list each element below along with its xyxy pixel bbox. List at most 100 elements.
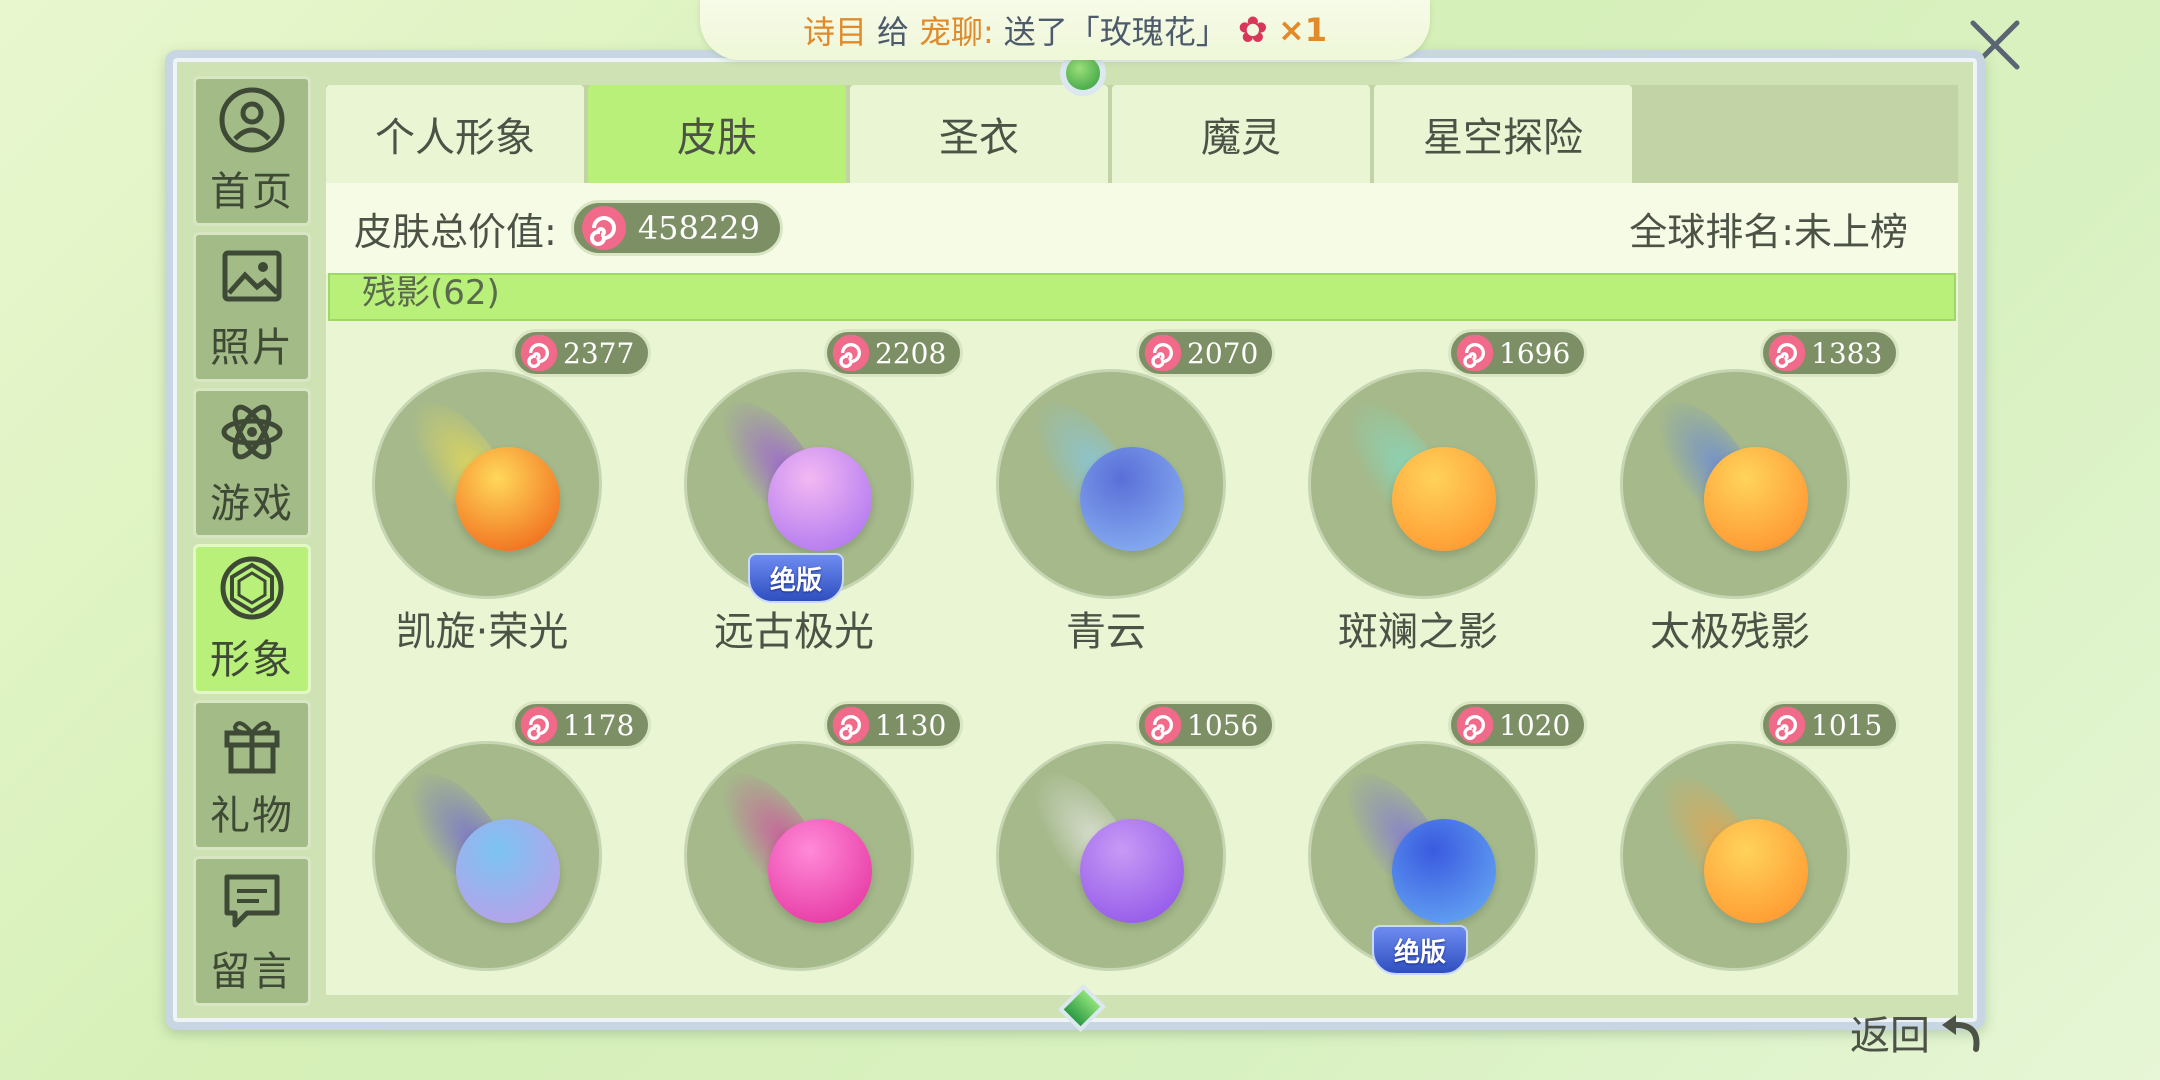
candy-icon (1768, 334, 1806, 372)
skin-orb (1704, 447, 1808, 551)
skin-orb (768, 819, 872, 923)
skin-card[interactable]: 1015 (1574, 701, 1900, 995)
atom-icon (221, 404, 283, 460)
skin-value-pill: 458229 (570, 200, 783, 256)
skin-price: 1015 (1811, 708, 1883, 742)
category-strip[interactable]: 残影(62) (328, 273, 1956, 321)
sidebar: 首页 照片 游戏 形象 礼物 留言 (193, 76, 311, 1006)
skin-price: 2377 (563, 336, 635, 370)
skin-card[interactable]: 2070 青云 (950, 329, 1276, 659)
skin-card[interactable]: 2377 凯旋·荣光 (326, 329, 652, 659)
sidebar-item-label: 礼物 (210, 793, 294, 839)
sidebar-item-games[interactable]: 游戏 (193, 388, 311, 538)
skin-price: 1056 (1187, 708, 1259, 742)
skin-card[interactable]: 2208 绝版远古极光 (638, 329, 964, 659)
skin-price-pill: 1015 (1760, 701, 1900, 749)
gift-notification-banner: 诗目 给 宠聊: 送了「玫瑰花」 ✿ ×1 (700, 0, 1430, 60)
candy-icon (1144, 706, 1182, 744)
skin-price-pill: 1020 (1448, 701, 1588, 749)
notice-sender: 诗目 (802, 13, 867, 51)
sidebar-item-label: 留言 (210, 949, 294, 995)
skin-orb (1392, 447, 1496, 551)
candy-icon (832, 334, 870, 372)
skin-card[interactable]: 1130 (638, 701, 964, 995)
skin-price-pill: 2377 (512, 329, 652, 377)
tab-bar: 个人形象 皮肤 圣衣 魔灵 星空探险 (326, 85, 1958, 183)
candy-icon (832, 706, 870, 744)
sidebar-item-gifts[interactable]: 礼物 (193, 700, 311, 850)
user-circle-icon (219, 87, 285, 153)
skin-grid: 2377 凯旋·荣光 2208 绝版 远古极光 2070 青云 1696 斑斓之影 1383 太极残… (326, 323, 1958, 995)
skin-card[interactable]: 1383 太极残影 (1574, 329, 1900, 659)
skin-orb (456, 447, 560, 551)
sidebar-item-label: 首页 (210, 169, 294, 215)
skin-name: 太极残影 (1650, 609, 1810, 655)
skin-price-pill: 1056 (1136, 701, 1276, 749)
sidebar-item-photos[interactable]: 照片 (193, 232, 311, 382)
skin-price: 1178 (563, 708, 635, 742)
skin-price-pill: 1130 (824, 701, 964, 749)
notice-message: 送了「玫瑰花」 (1003, 13, 1228, 51)
sidebar-item-label: 形象 (210, 637, 294, 683)
discontinued-badge: 绝版 (1372, 925, 1468, 975)
skin-price: 1020 (1499, 708, 1571, 742)
skin-name: 凯旋·荣光 (395, 609, 569, 655)
skin-name: 远古极光 (714, 609, 874, 655)
rose-icon: ✿ (1237, 9, 1268, 51)
tab-skin[interactable]: 皮肤 (588, 85, 846, 183)
skin-price: 2208 (875, 336, 947, 370)
candy-icon (581, 206, 626, 250)
skin-price-pill: 1696 (1448, 329, 1588, 377)
skin-content: 皮肤总价值: 458229 全球排名:未上榜 残影(62) 2377 凯旋·荣光 2… (326, 183, 1958, 995)
skin-price-pill: 1383 (1760, 329, 1900, 377)
gift-icon (224, 721, 280, 774)
skin-name: 斑斓之影 (1338, 609, 1498, 655)
sidebar-item-messages[interactable]: 留言 (193, 856, 311, 1006)
skin-orb (1080, 819, 1184, 923)
skin-orb (1392, 819, 1496, 923)
skin-card[interactable]: 1020 绝版 (1262, 701, 1588, 995)
skin-orb (1704, 819, 1808, 923)
skin-price: 2070 (1187, 336, 1259, 370)
discontinued-badge: 绝版 (748, 553, 844, 603)
notice-receiver: 宠聊: (918, 13, 994, 51)
candy-icon (520, 334, 558, 372)
skin-name: 青云 (1066, 609, 1146, 655)
global-rank: 全球排名:未上榜 (1629, 209, 1908, 254)
skin-value-label: 皮肤总价值: (354, 209, 557, 254)
tab-holy-cloth[interactable]: 圣衣 (850, 85, 1108, 183)
skin-orb (456, 819, 560, 923)
skin-price-pill: 2070 (1136, 329, 1276, 377)
candy-icon (1768, 706, 1806, 744)
skin-card[interactable]: 1178 (326, 701, 652, 995)
candy-icon (520, 706, 558, 744)
back-label: 返回 (1850, 1013, 1930, 1059)
skin-price: 1696 (1499, 336, 1571, 370)
skin-price: 1383 (1811, 336, 1883, 370)
skin-orb (1080, 447, 1184, 551)
photo-icon (222, 250, 282, 302)
back-arrow-icon (1942, 1015, 1980, 1052)
candy-icon (1144, 334, 1182, 372)
skin-total-value: 458229 (637, 209, 760, 247)
gem-icon (220, 556, 284, 620)
candy-icon (1456, 334, 1494, 372)
notice-to: 给 (876, 13, 909, 51)
tab-magic-spirit[interactable]: 魔灵 (1112, 85, 1370, 183)
skin-price-pill: 1178 (512, 701, 652, 749)
skin-card[interactable]: 1056 (950, 701, 1276, 995)
skin-price-pill: 2208 (824, 329, 964, 377)
message-icon (224, 874, 280, 928)
sidebar-item-appearance[interactable]: 形象 (193, 544, 311, 694)
skin-orb (768, 447, 872, 551)
sidebar-item-label: 游戏 (210, 481, 294, 527)
notice-quantity: ×1 (1277, 11, 1328, 49)
skin-value-bar: 皮肤总价值: 458229 全球排名:未上榜 (326, 183, 1958, 273)
tab-star-adventure[interactable]: 星空探险 (1374, 85, 1632, 183)
skin-card[interactable]: 1696 斑斓之影 (1262, 329, 1588, 659)
sidebar-item-label: 照片 (210, 325, 294, 371)
candy-icon (1456, 706, 1494, 744)
sidebar-item-home[interactable]: 首页 (193, 76, 311, 226)
tab-personal-image[interactable]: 个人形象 (326, 85, 584, 183)
back-button[interactable]: 返回 (1850, 1000, 2000, 1064)
